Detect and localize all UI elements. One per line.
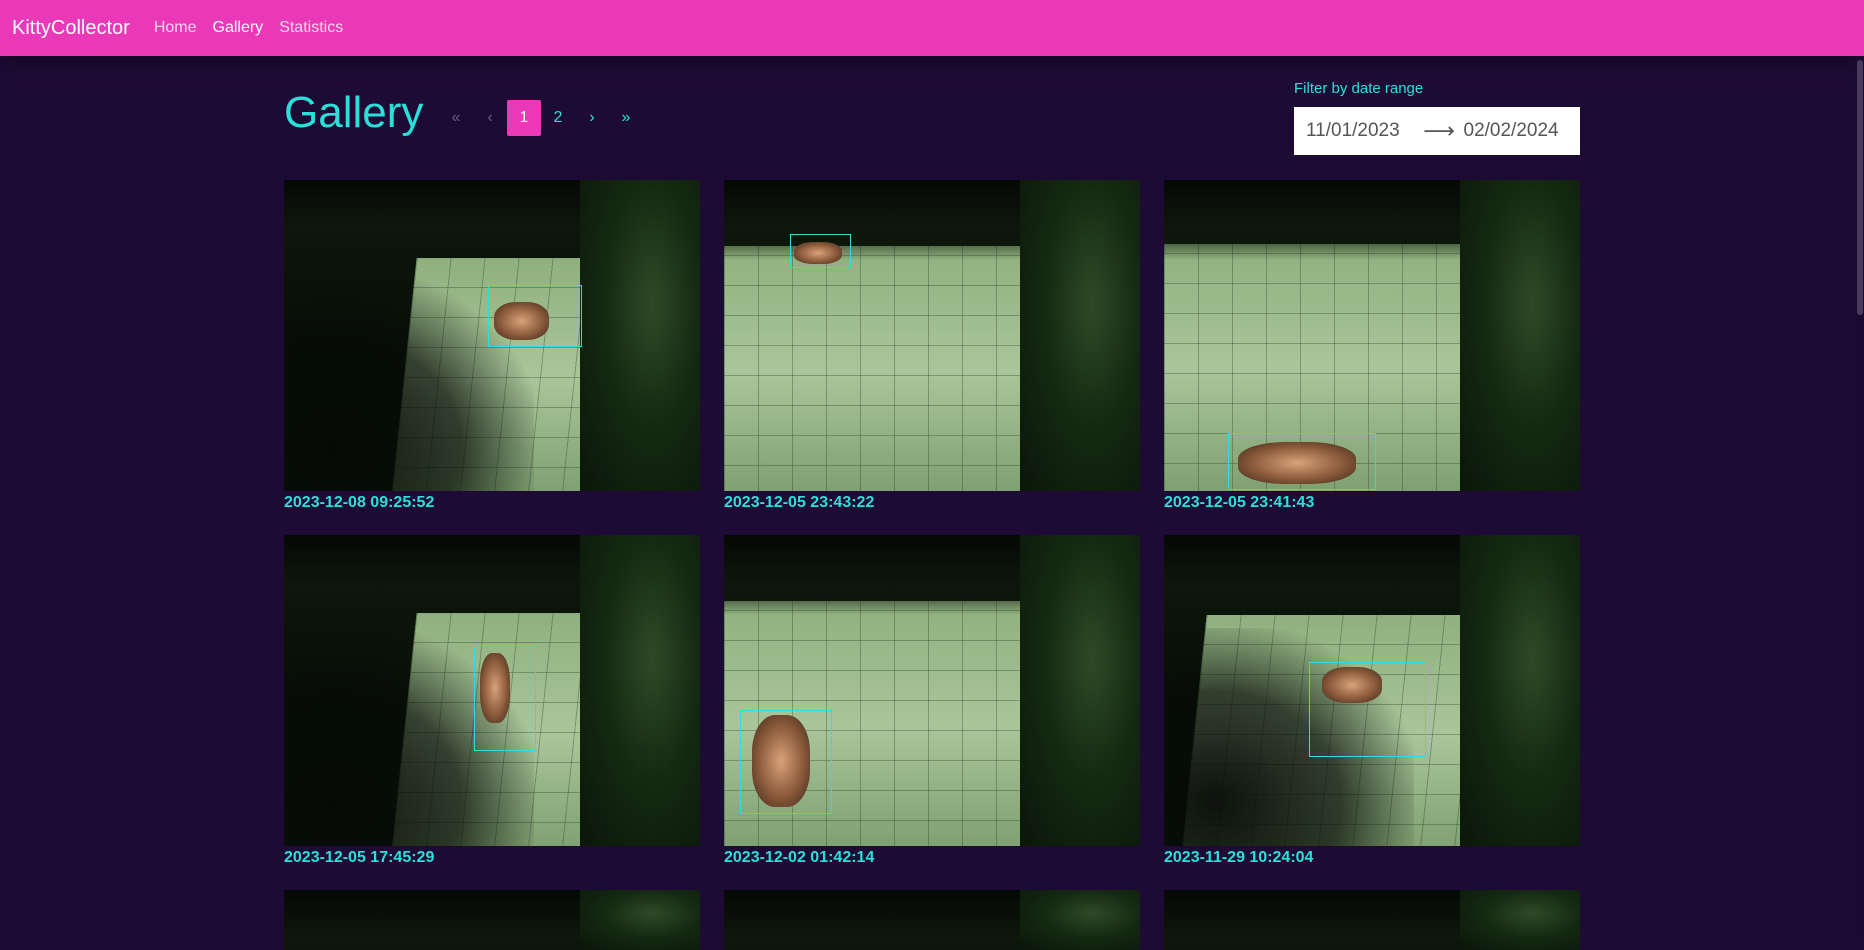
cat-photo[interactable] (284, 180, 700, 491)
page-1-button[interactable]: 1 (507, 100, 541, 136)
cat-photo[interactable] (724, 180, 1140, 491)
detection-box (488, 285, 582, 347)
detection-box (1228, 433, 1376, 490)
gallery-card[interactable]: 2023-12-05 17:45:29 (284, 535, 700, 867)
nav-link-statistics[interactable]: Statistics (279, 19, 343, 37)
gallery-card[interactable]: 2023-12-05 23:41:43 (1164, 180, 1580, 512)
photo-timestamp: 2023-12-02 01:42:14 (724, 849, 875, 866)
cat-photo[interactable] (724, 890, 1140, 950)
navbar: KittyCollector Home Gallery Statistics (0, 0, 1864, 56)
last-page-button[interactable]: » (609, 100, 643, 136)
gallery-card[interactable]: 2023-12-08 09:25:52 (284, 180, 700, 512)
gallery-card[interactable]: 2023-11-29 10:24:04 (1164, 535, 1580, 867)
arrow-right-icon: ⟶ (1423, 118, 1455, 143)
page-2-button[interactable]: 2 (541, 100, 575, 136)
pagination: « ‹ 1 2 › » (439, 100, 643, 136)
cat-photo[interactable] (1164, 180, 1580, 491)
photo-timestamp: 2023-12-05 23:41:43 (1164, 494, 1315, 511)
photo-timestamp: 2023-12-05 17:45:29 (284, 849, 435, 866)
detection-box (1309, 662, 1426, 757)
gallery-card[interactable] (1164, 890, 1580, 950)
photo-timestamp: 2023-12-08 09:25:52 (284, 494, 435, 511)
brand-logo[interactable]: KittyCollector (12, 17, 130, 40)
filter-label: Filter by date range (1294, 80, 1424, 97)
date-range-picker[interactable]: 11/01/2023 ⟶ 02/02/2024 (1294, 107, 1580, 155)
gallery-card[interactable]: 2023-12-02 01:42:14 (724, 535, 1140, 867)
gallery-card[interactable]: 2023-12-05 23:43:22 (724, 180, 1140, 512)
nav-link-home[interactable]: Home (154, 19, 197, 37)
page-title: Gallery (284, 88, 424, 137)
detection-box (790, 234, 851, 268)
nav-link-gallery[interactable]: Gallery (213, 19, 264, 37)
gallery-card[interactable] (284, 890, 700, 950)
cat-photo[interactable] (724, 535, 1140, 846)
photo-timestamp: 2023-12-05 23:43:22 (724, 494, 875, 511)
first-page-button[interactable]: « (439, 100, 473, 136)
photo-timestamp: 2023-11-29 10:24:04 (1164, 849, 1314, 866)
cat-photo[interactable] (284, 535, 700, 846)
cat-photo[interactable] (284, 890, 700, 950)
prev-page-button[interactable]: ‹ (473, 100, 507, 136)
detection-box (474, 645, 536, 751)
cat-photo[interactable] (1164, 890, 1580, 950)
start-date-input[interactable]: 11/01/2023 (1306, 120, 1423, 142)
end-date-input[interactable]: 02/02/2024 (1464, 120, 1581, 142)
next-page-button[interactable]: › (575, 100, 609, 136)
scrollbar[interactable] (1856, 56, 1864, 935)
detection-box (740, 710, 832, 814)
scrollbar-thumb[interactable] (1857, 60, 1863, 315)
gallery-card[interactable] (724, 890, 1140, 950)
cat-photo[interactable] (1164, 535, 1580, 846)
